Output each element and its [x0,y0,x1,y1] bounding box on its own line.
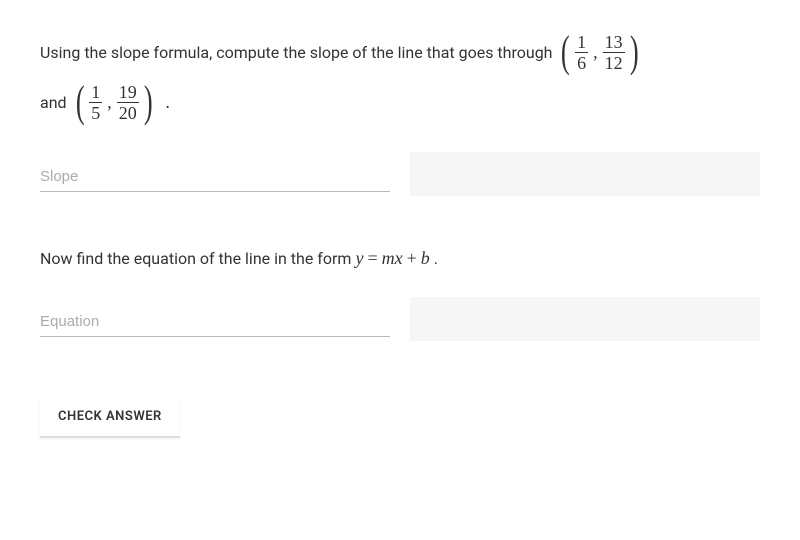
point1-y-fraction: 13 12 [603,33,625,72]
point1-x-den: 6 [575,52,588,72]
equation-row [40,297,760,337]
q2-prefix-text: Now find the equation of the line in the… [40,249,351,268]
point2-x-fraction: 1 5 [89,83,102,122]
q1-prefix-text: Using the slope formula, compute the slo… [40,43,552,62]
slope-input-wrap [40,160,390,192]
eq-b: b [421,248,430,269]
point2-y-fraction: 19 20 [117,83,139,122]
left-paren-icon: ( [75,80,84,124]
equation-input-wrap [40,305,390,337]
eq-equals: = [367,248,377,269]
q2-prompt: Now find the equation of the line in the… [40,248,760,269]
point1-x-fraction: 1 6 [575,33,588,72]
q2-period: . [434,249,438,268]
point-1: ( 1 6 , 13 12 ) [558,30,641,74]
question-2: Now find the equation of the line in the… [40,248,760,337]
comma: , [593,42,598,63]
period: . [165,92,170,113]
point2-y-num: 19 [117,83,139,102]
point1-y-den: 12 [603,52,625,72]
check-answer-button[interactable]: CHECK ANSWER [40,397,180,438]
point2-x-num: 1 [89,83,102,102]
point2-y-den: 20 [117,102,139,122]
equation-input[interactable] [40,305,390,337]
point2-x-den: 5 [89,102,102,122]
comma: , [107,92,112,113]
q1-and-text: and [40,93,67,112]
eq-y: y [355,248,363,269]
eq-m: m [382,248,395,268]
point1-x-num: 1 [575,33,588,52]
question-1-line-1: Using the slope formula, compute the slo… [40,30,760,74]
eq-x: x [395,248,403,268]
equation-feedback-box [410,297,760,341]
eq-plus: + [407,248,417,269]
point1-y-num: 13 [603,33,625,52]
question-1: Using the slope formula, compute the slo… [40,30,760,192]
slope-input[interactable] [40,160,390,192]
right-paren-icon: ) [630,30,639,74]
left-paren-icon: ( [561,30,570,74]
slope-row [40,152,760,192]
slope-feedback-box [410,152,760,196]
point-2: ( 1 5 , 19 20 ) [73,80,156,124]
right-paren-icon: ) [144,80,153,124]
question-1-line-2: and ( 1 5 , 19 20 ) . [40,80,760,124]
